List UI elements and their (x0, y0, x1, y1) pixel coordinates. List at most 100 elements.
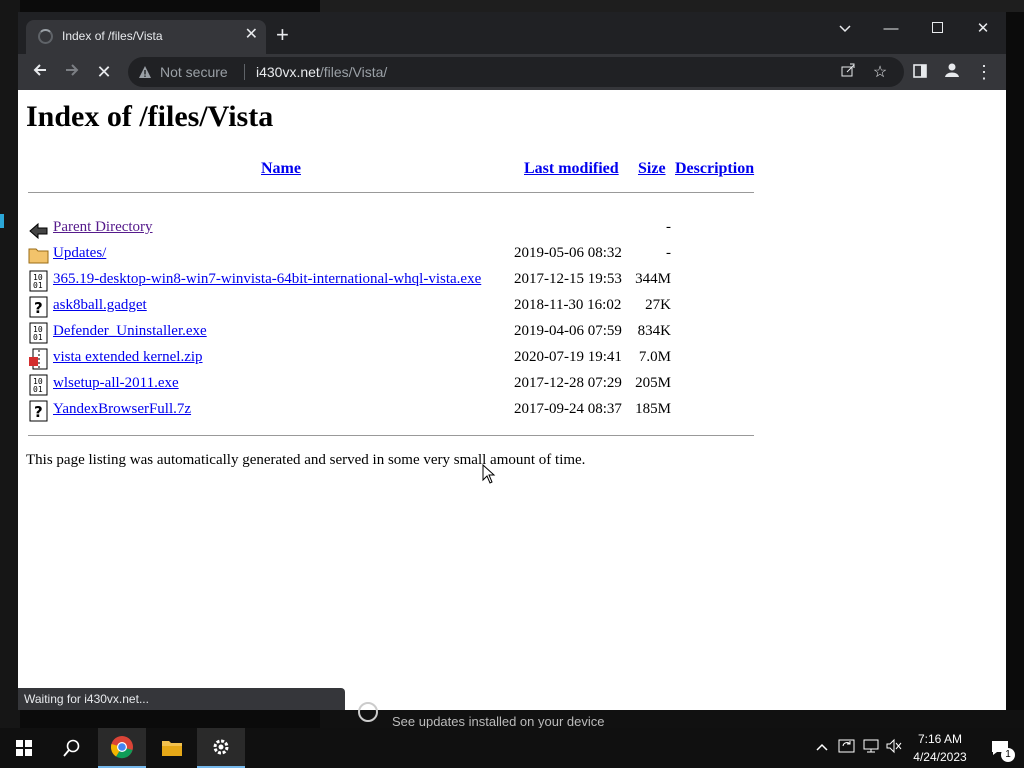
table-row: Updates/ 2019-05-06 08:32 - (28, 243, 754, 269)
table-row: 10 01 365.19-desktop-win8-win7-winvista-6… (28, 269, 754, 295)
file-date: 2019-05-06 08:32 (514, 245, 622, 261)
taskbar-chrome[interactable] (98, 728, 146, 768)
forward-button[interactable] (60, 60, 84, 84)
browser-window: Index of /files/Vista ✕ + — ✕ ✕ Not secu… (18, 12, 1006, 710)
history-icon (358, 702, 378, 722)
svg-text:01: 01 (33, 385, 43, 394)
binary-file-icon: 1001 (29, 322, 48, 344)
file-size: - (666, 219, 671, 235)
unknown-file-icon: ? (29, 400, 48, 422)
page-content: Index of /files/Vista Name Last modified… (18, 90, 1006, 710)
file-size: 834K (637, 323, 671, 339)
file-link[interactable]: 365.19-desktop-win8-win7-winvista-64bit-… (53, 271, 481, 288)
folder-icon (162, 741, 182, 756)
back-button[interactable] (28, 60, 52, 84)
binary-file-icon: 1001 (29, 374, 48, 396)
file-date: 2020-07-19 19:41 (514, 349, 622, 365)
file-date: 2018-11-30 16:02 (514, 297, 622, 313)
file-link[interactable]: wlsetup-all-2011.exe (53, 375, 179, 392)
footer-text: This page listing was automatically gene… (26, 452, 586, 468)
footer-rule (28, 435, 754, 436)
taskbar: 7:16 AM 4/24/2023 1 (0, 728, 1024, 768)
table-row: ? ask8ball.gadget 2018-11-30 16:02 27K (28, 295, 754, 321)
file-size: 27K (645, 297, 671, 313)
taskbar-settings[interactable] (197, 728, 245, 768)
address-bar[interactable]: Not secure i430vx.net/files/Vista/ ☆ (128, 57, 904, 87)
volume-muted-icon[interactable] (886, 738, 902, 757)
url-text[interactable]: i430vx.net/files/Vista/ (256, 64, 387, 80)
search-button[interactable] (48, 728, 96, 768)
windows-logo-icon (16, 740, 32, 756)
clock-date: 4/24/2023 (913, 750, 967, 764)
file-link[interactable]: vista extended kernel.zip (53, 349, 203, 366)
loading-spinner-icon (38, 29, 53, 44)
browser-toolbar: ✕ Not secure i430vx.net/files/Vista/ ☆ ⋮ (18, 54, 1006, 90)
tab-title: Index of /files/Vista (62, 29, 163, 43)
file-link[interactable]: YandexBrowserFull.7z (53, 401, 191, 418)
side-panel-icon[interactable] (908, 60, 932, 84)
file-size: 7.0M (638, 349, 671, 365)
update-tray-icon[interactable] (838, 738, 856, 757)
show-hidden-icons-chevron-icon[interactable] (816, 738, 828, 754)
system-clock[interactable]: 7:16 AM 4/24/2023 (906, 730, 974, 766)
svg-text:01: 01 (33, 281, 43, 290)
close-tab-icon[interactable]: ✕ (245, 27, 258, 43)
file-size: 185M (635, 401, 671, 417)
svg-text:?: ? (34, 403, 43, 421)
status-bar: Waiting for i430vx.net... (18, 688, 345, 710)
file-link[interactable]: ask8ball.gadget (53, 297, 147, 314)
column-header-name[interactable]: Name (261, 160, 301, 178)
tab-active[interactable]: Index of /files/Vista ✕ (26, 20, 266, 54)
security-label[interactable]: Not secure (160, 64, 228, 80)
folder-icon (28, 248, 49, 264)
url-host: i430vx.net (256, 64, 320, 80)
compressed-file-icon (29, 348, 48, 370)
desktop-left-edge (0, 0, 20, 728)
column-header-last-modified[interactable]: Last modified (524, 160, 619, 178)
share-icon[interactable] (838, 62, 858, 83)
file-link[interactable]: Updates/ (53, 245, 106, 262)
clock-time: 7:16 AM (917, 732, 963, 746)
taskbar-file-explorer[interactable] (148, 728, 196, 768)
file-link[interactable]: Parent Directory (53, 219, 153, 236)
close-window-button[interactable]: ✕ (960, 16, 1006, 42)
file-date: 2019-04-06 07:59 (514, 323, 622, 339)
tab-search-chevron-icon[interactable] (822, 16, 868, 42)
maximize-button[interactable] (914, 16, 960, 42)
profile-icon[interactable] (940, 60, 964, 84)
table-row: vista extended kernel.zip 2020-07-19 19:… (28, 347, 754, 373)
file-size: 205M (635, 375, 671, 391)
file-date: 2017-09-24 08:37 (514, 401, 622, 417)
file-date: 2017-12-15 19:53 (514, 271, 622, 287)
start-button[interactable] (0, 728, 48, 768)
column-header-description[interactable]: Description (675, 160, 754, 178)
network-icon[interactable] (862, 738, 880, 757)
tab-strip: Index of /files/Vista ✕ + — ✕ (18, 12, 1006, 54)
chrome-icon (110, 736, 133, 759)
desktop-accent-mark (0, 214, 4, 228)
omnibox-separator (244, 64, 245, 80)
minimize-button[interactable]: — (868, 16, 914, 42)
column-header-size[interactable]: Size (638, 160, 666, 178)
file-size: 344M (635, 271, 671, 287)
stop-loading-button[interactable]: ✕ (92, 60, 116, 84)
file-date: 2017-12-28 07:29 (514, 375, 622, 391)
back-arrow-icon (29, 222, 48, 240)
gear-icon (213, 739, 229, 755)
file-link[interactable]: Defender_Uninstaller.exe (53, 323, 207, 340)
svg-text:?: ? (34, 299, 43, 317)
action-center-button[interactable]: 1 (976, 728, 1024, 768)
table-row: 10 01 Defender_Uninstaller.exe 2019-04-06… (28, 321, 754, 347)
binary-file-icon: 1001 (29, 270, 48, 292)
mouse-cursor-icon (482, 464, 496, 484)
notification-text[interactable]: See updates installed on your device (392, 714, 604, 729)
table-row: ? YandexBrowserFull.7z 2017-09-24 08:37 … (28, 399, 754, 425)
menu-kebab-icon[interactable]: ⋮ (972, 60, 996, 84)
notification-count-badge: 1 (1001, 748, 1015, 762)
table-row: Parent Directory - (28, 217, 754, 243)
unknown-file-icon: ? (29, 296, 48, 318)
bookmark-star-icon[interactable]: ☆ (870, 62, 890, 82)
new-tab-button[interactable]: + (276, 24, 289, 46)
header-rule (28, 192, 754, 193)
warning-icon (139, 66, 151, 78)
